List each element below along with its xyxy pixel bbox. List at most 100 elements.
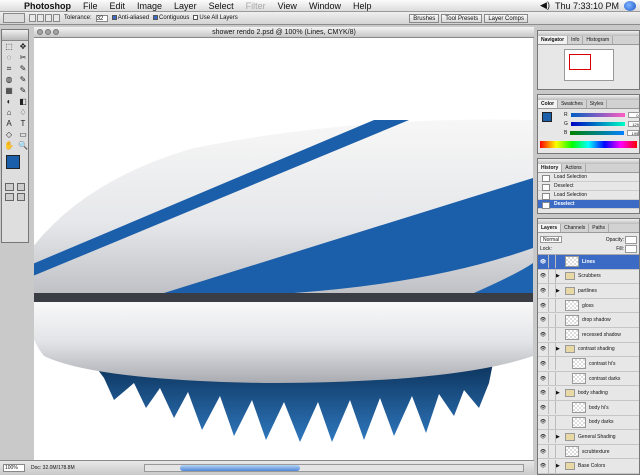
spotlight-icon[interactable] <box>624 0 636 11</box>
history-item[interactable]: Deselect <box>538 200 639 209</box>
history-item[interactable]: Deselect <box>538 182 639 191</box>
menu-view[interactable]: View <box>272 1 303 11</box>
zoom-field[interactable]: 100% <box>3 464 25 472</box>
anti-aliased-checkbox[interactable] <box>111 14 117 20</box>
layer-row[interactable]: 👁 ▶ General Shading <box>538 430 639 445</box>
opacity-input[interactable] <box>625 235 637 244</box>
document-title-bar[interactable]: shower rendo 2.psd @ 100% (Lines, CMYK/8… <box>34 27 534 38</box>
visibility-eye-icon[interactable]: 👁 <box>538 361 548 367</box>
layer-row[interactable]: 👁 ▶ partlines <box>538 284 639 299</box>
layer-link-cell[interactable] <box>548 459 556 473</box>
group-disclosure-icon[interactable]: ▶ <box>556 390 562 396</box>
tool-18-icon[interactable]: ✋ <box>3 141 15 151</box>
layer-link-cell[interactable] <box>548 401 556 415</box>
menu-window[interactable]: Window <box>303 1 347 11</box>
current-color-swatch[interactable] <box>542 112 552 122</box>
screen-mode-full-icon[interactable] <box>16 193 25 201</box>
visibility-eye-icon[interactable]: 👁 <box>538 419 548 425</box>
intersect-selection-icon[interactable] <box>53 14 60 22</box>
group-disclosure-icon[interactable]: ▶ <box>556 273 562 279</box>
contiguous-checkbox[interactable] <box>153 14 159 20</box>
tab-layers[interactable]: Layers <box>538 224 562 232</box>
visibility-eye-icon[interactable]: 👁 <box>538 288 548 294</box>
close-window-icon[interactable] <box>37 29 43 35</box>
layer-link-cell[interactable] <box>548 255 556 269</box>
menu-file[interactable]: File <box>77 1 104 11</box>
tab-history[interactable]: History <box>538 164 563 172</box>
group-disclosure-icon[interactable]: ▶ <box>556 434 562 440</box>
blend-mode-select[interactable]: Normal <box>540 236 563 243</box>
use-all-layers-option[interactable]: Use All Layers <box>193 14 238 21</box>
tab-swatches[interactable]: Swatches <box>558 100 587 108</box>
layer-row[interactable]: 👁 drop shadow <box>538 313 639 328</box>
layer-link-cell[interactable] <box>548 328 556 342</box>
layer-link-cell[interactable] <box>548 284 556 298</box>
tool-4-icon[interactable]: ⌗ <box>3 64 15 74</box>
menu-image[interactable]: Image <box>131 1 168 11</box>
tool-7-icon[interactable]: ✎ <box>17 75 29 85</box>
layer-link-cell[interactable] <box>548 372 556 386</box>
tool-1-icon[interactable]: ✥ <box>17 42 29 52</box>
green-value[interactable]: 129 <box>627 121 640 127</box>
menu-filter[interactable]: Filter <box>240 1 272 11</box>
speaker-icon[interactable]: ◀) <box>540 0 550 11</box>
minimize-window-icon[interactable] <box>45 29 51 35</box>
layer-link-cell[interactable] <box>548 430 556 444</box>
visibility-eye-icon[interactable]: 👁 <box>538 434 548 440</box>
tool-8-icon[interactable]: ▦ <box>3 86 15 96</box>
well-tab-tool-presets[interactable]: Tool Presets <box>441 13 483 23</box>
tab-paths[interactable]: Paths <box>589 224 610 232</box>
menu-select[interactable]: Select <box>203 1 240 11</box>
layer-row[interactable]: 👁 recessed shadow <box>538 328 639 343</box>
screen-mode-standard-icon[interactable] <box>5 193 14 201</box>
layer-link-cell[interactable] <box>548 415 556 429</box>
fill-input[interactable] <box>625 244 637 253</box>
quick-mask-icon[interactable] <box>16 183 25 191</box>
navigator-view-box[interactable] <box>568 54 591 70</box>
blue-slider[interactable] <box>570 131 625 135</box>
scroll-thumb[interactable] <box>180 465 300 471</box>
tool-10-icon[interactable]: ◐ <box>3 97 15 107</box>
layer-row[interactable]: 👁 scrubtexture <box>538 445 639 460</box>
layer-link-cell[interactable] <box>548 299 556 313</box>
anti-aliased-option[interactable]: Anti-aliased <box>111 14 149 21</box>
visibility-eye-icon[interactable]: 👁 <box>538 273 548 279</box>
tool-16-icon[interactable]: ◇ <box>3 130 15 140</box>
menu-help[interactable]: Help <box>347 1 378 11</box>
visibility-eye-icon[interactable]: 👁 <box>538 317 548 323</box>
tool-19-icon[interactable]: 🔍 <box>17 141 29 151</box>
tab-actions[interactable]: Actions <box>562 164 586 172</box>
layer-link-cell[interactable] <box>548 357 556 371</box>
well-tab-brushes[interactable]: Brushes <box>409 13 440 23</box>
visibility-eye-icon[interactable]: 👁 <box>538 259 548 265</box>
red-slider[interactable] <box>570 113 625 117</box>
tool-14-icon[interactable]: A <box>3 119 15 129</box>
tool-13-icon[interactable]: ♢ <box>17 108 29 118</box>
layer-link-cell[interactable] <box>548 313 556 327</box>
layer-row[interactable]: 👁 gloss <box>538 299 639 314</box>
tool-0-icon[interactable]: ⬚ <box>3 42 15 52</box>
tool-9-icon[interactable]: ✎ <box>17 86 29 96</box>
tab-histogram[interactable]: Histogram <box>583 36 614 44</box>
use-all-layers-checkbox[interactable] <box>193 14 199 20</box>
visibility-eye-icon[interactable]: 👁 <box>538 376 548 382</box>
zoom-window-icon[interactable] <box>53 29 59 35</box>
layer-row[interactable]: 👁 contrast darks <box>538 372 639 387</box>
layer-row[interactable]: 👁 ▶ Base Colors <box>538 459 639 474</box>
layer-row[interactable]: 👁 body darks <box>538 415 639 431</box>
visibility-eye-icon[interactable]: 👁 <box>538 332 548 338</box>
layer-link-cell[interactable] <box>548 342 556 356</box>
color-spectrum-bar[interactable] <box>540 141 637 148</box>
green-slider[interactable] <box>570 122 625 126</box>
tab-color[interactable]: Color <box>538 100 559 108</box>
tool-preset-picker[interactable] <box>3 13 25 23</box>
red-value[interactable]: 0 <box>627 112 640 118</box>
tool-15-icon[interactable]: T <box>17 119 29 129</box>
navigator-thumbnail[interactable] <box>563 49 614 81</box>
tool-17-icon[interactable]: ▭ <box>17 130 29 140</box>
menu-layer[interactable]: Layer <box>168 1 203 11</box>
foreground-color-swatch[interactable] <box>6 155 20 169</box>
visibility-eye-icon[interactable]: 👁 <box>538 303 548 309</box>
tool-11-icon[interactable]: ◧ <box>17 97 29 107</box>
horizontal-scrollbar[interactable] <box>144 464 524 472</box>
